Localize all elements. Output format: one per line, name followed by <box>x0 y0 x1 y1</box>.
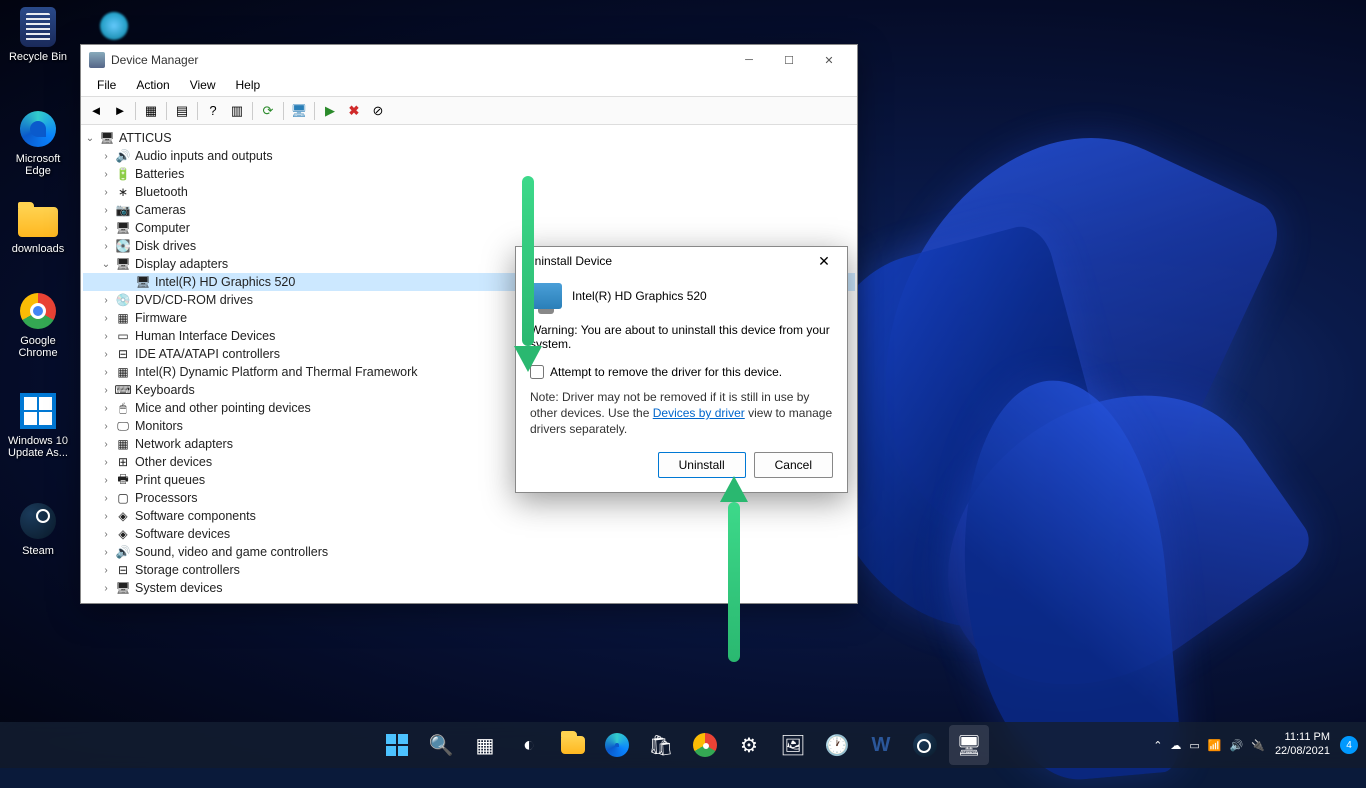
store-button[interactable]: 🛍 <box>641 725 681 765</box>
dialog-title: Uninstall Device <box>526 254 612 268</box>
taskbar-tray: ⌃ ☁ ▭ 📶 🔊 🔌 11:11 PM 22/08/2021 4 <box>1153 731 1366 759</box>
tree-node[interactable]: ›∗Bluetooth <box>83 183 855 201</box>
taskbar: 🔍 ▦ ◐ 🛍 ⚙ 🖼 🕐 W 🖥 ⌃ ☁ ▭ 📶 🔊 🔌 <box>0 722 1366 768</box>
dialog-warning-text: Warning: You are about to uninstall this… <box>530 323 833 351</box>
checkbox-label: Attempt to remove the driver for this de… <box>550 365 782 379</box>
desktop-icon-update-assistant[interactable]: Windows 10 Update As... <box>4 390 72 459</box>
notification-badge[interactable]: 4 <box>1340 736 1358 754</box>
properties-button[interactable]: ▤ <box>171 100 193 122</box>
tree-node[interactable]: ›◈Software components <box>83 507 855 525</box>
minimize-button[interactable]: ─ <box>729 46 769 74</box>
widgets-button[interactable]: ◐ <box>509 725 549 765</box>
tree-node[interactable]: ›🖥Computer <box>83 219 855 237</box>
maximize-button[interactable]: ☐ <box>769 46 809 74</box>
dialog-titlebar[interactable]: Uninstall Device ✕ <box>516 247 847 275</box>
task-view-button[interactable]: ▦ <box>465 725 505 765</box>
taskbar-center: 🔍 ▦ ◐ 🛍 ⚙ 🖼 🕐 W 🖥 <box>377 725 989 765</box>
desktop-icon-steam[interactable]: Steam <box>4 500 72 557</box>
desktop[interactable]: Recycle Bin Microsoft Edge downloads Goo… <box>0 0 1366 768</box>
settings-button[interactable]: ⚙ <box>729 725 769 765</box>
tree-node[interactable]: ›🔊Audio inputs and outputs <box>83 147 855 165</box>
menu-file[interactable]: File <box>87 75 126 96</box>
desktop-icon-downloads[interactable]: downloads <box>4 198 72 255</box>
app-icon <box>89 52 105 68</box>
desktop-icon-edge[interactable]: Microsoft Edge <box>4 108 72 177</box>
forward-button[interactable]: ► <box>109 100 131 122</box>
tree-node[interactable]: ›⊟Storage controllers <box>83 561 855 579</box>
remove-driver-checkbox-row[interactable]: Attempt to remove the driver for this de… <box>530 365 833 379</box>
enable-device-button[interactable]: ▶ <box>319 100 341 122</box>
desktop-icon-label: Windows 10 Update As... <box>4 435 72 459</box>
desktop-icon-label: Steam <box>4 545 72 557</box>
back-button[interactable]: ◄ <box>85 100 107 122</box>
desktop-icon-label: Recycle Bin <box>4 51 72 63</box>
tree-root[interactable]: ⌄🖥ATTICUS <box>83 129 855 147</box>
chevron-up-icon[interactable]: ⌃ <box>1153 739 1162 752</box>
titlebar[interactable]: Device Manager ─ ☐ ✕ <box>81 45 857 75</box>
volume-icon[interactable]: 🔊 <box>1230 739 1244 752</box>
search-button[interactable]: 🔍 <box>421 725 461 765</box>
steam-button[interactable] <box>905 725 945 765</box>
clock-app-button[interactable]: 🕐 <box>817 725 857 765</box>
app-shortcut-icon[interactable] <box>94 6 134 46</box>
desktop-icon-chrome[interactable]: Google Chrome <box>4 290 72 359</box>
update-driver-button[interactable]: 🖥 <box>288 100 310 122</box>
disable-device-button[interactable]: ⊘ <box>367 100 389 122</box>
scan-hardware-button[interactable]: ⟳ <box>257 100 279 122</box>
uninstall-device-dialog: Uninstall Device ✕ Intel(R) HD Graphics … <box>515 246 848 493</box>
word-button[interactable]: W <box>861 725 901 765</box>
tree-node[interactable]: ›📷Cameras <box>83 201 855 219</box>
desktop-icon-recycle-bin[interactable]: Recycle Bin <box>4 6 72 63</box>
desktop-icon-label: Microsoft Edge <box>4 153 72 177</box>
desktop-icon-label: Google Chrome <box>4 335 72 359</box>
devices-by-driver-link[interactable]: Devices by driver <box>653 406 745 420</box>
window-title: Device Manager <box>111 53 198 67</box>
menubar: File Action View Help <box>81 75 857 97</box>
show-hide-tree-button[interactable]: ▦ <box>140 100 162 122</box>
uninstall-device-button[interactable]: ✖ <box>343 100 365 122</box>
tree-node[interactable]: ›🔋Batteries <box>83 165 855 183</box>
battery-icon[interactable]: ▭ <box>1189 739 1199 752</box>
uninstall-button[interactable]: Uninstall <box>658 452 746 478</box>
desktop-icon-label: downloads <box>4 243 72 255</box>
power-icon[interactable]: 🔌 <box>1251 739 1265 752</box>
dialog-device-name: Intel(R) HD Graphics 520 <box>572 289 707 303</box>
tree-node[interactable]: ›🖥System devices <box>83 579 855 597</box>
menu-help[interactable]: Help <box>226 75 271 96</box>
edge-button[interactable] <box>597 725 637 765</box>
menu-action[interactable]: Action <box>126 75 179 96</box>
tree-node[interactable]: ›🔊Sound, video and game controllers <box>83 543 855 561</box>
dialog-close-button[interactable]: ✕ <box>811 248 837 274</box>
monitor-icon <box>530 283 562 309</box>
onedrive-icon[interactable]: ☁ <box>1170 739 1181 752</box>
sheet-button[interactable]: ▥ <box>226 100 248 122</box>
file-explorer-button[interactable] <box>553 725 593 765</box>
cancel-button[interactable]: Cancel <box>754 452 833 478</box>
close-button[interactable]: ✕ <box>809 46 849 74</box>
clock-time: 11:11 PM <box>1275 731 1330 745</box>
device-manager-taskbar-button[interactable]: 🖥 <box>949 725 989 765</box>
remove-driver-checkbox[interactable] <box>530 365 544 379</box>
chrome-button[interactable] <box>685 725 725 765</box>
clock-date: 22/08/2021 <box>1275 745 1330 759</box>
wifi-icon[interactable]: 📶 <box>1208 739 1222 752</box>
photos-button[interactable]: 🖼 <box>773 725 813 765</box>
start-button[interactable] <box>377 725 417 765</box>
tree-node[interactable]: ›◈Software devices <box>83 525 855 543</box>
taskbar-clock[interactable]: 11:11 PM 22/08/2021 <box>1275 731 1330 759</box>
toolbar: ◄ ► ▦ ▤ ? ▥ ⟳ 🖥 ▶ ✖ ⊘ <box>81 97 857 125</box>
help-button[interactable]: ? <box>202 100 224 122</box>
dialog-note: Note: Driver may not be removed if it is… <box>530 389 833 438</box>
menu-view[interactable]: View <box>180 75 226 96</box>
